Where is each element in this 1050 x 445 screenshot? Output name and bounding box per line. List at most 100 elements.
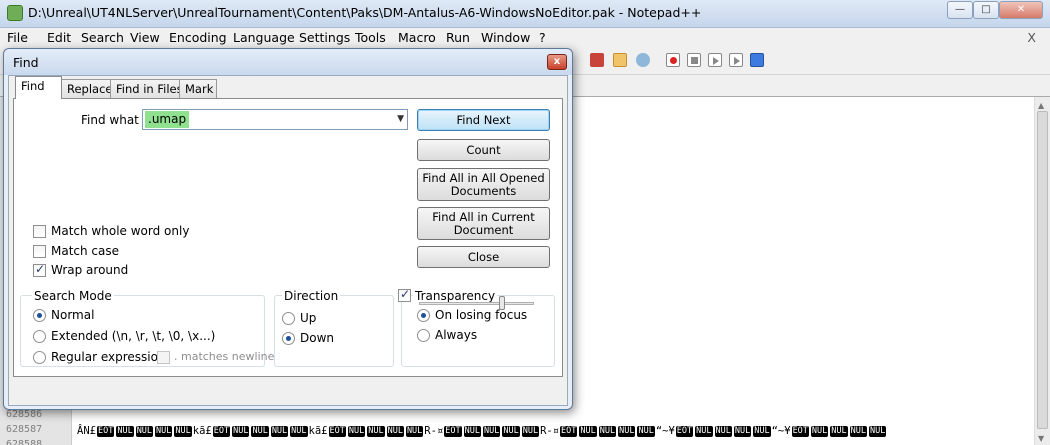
transparency-slider-track[interactable] [419, 302, 534, 305]
scroll-up-icon[interactable]: ▲ [1038, 101, 1044, 110]
transparency-always-radio[interactable] [417, 329, 430, 342]
menu-language[interactable]: Language [233, 30, 295, 45]
menu-window[interactable]: Window [481, 30, 530, 45]
control-char-token: NUL [232, 426, 250, 437]
menu-run[interactable]: Run [446, 30, 470, 45]
menu-edit[interactable]: Edit [47, 30, 71, 45]
close-button[interactable]: Close [417, 246, 550, 268]
find-dialog: Find x Find Replace Find in Files Mark F… [3, 48, 573, 410]
control-char-token: NUL [482, 426, 501, 437]
editor-text: ÂN£ [77, 425, 96, 437]
control-char-token: NUL [502, 426, 520, 437]
stop-macro-icon[interactable] [687, 53, 701, 67]
editor-text: kã£ [192, 425, 212, 437]
control-char-token: NUL [695, 426, 713, 437]
editor-text: R-¤ [424, 425, 444, 437]
search-mode-regex-radio[interactable] [33, 351, 46, 364]
editor-text: “~¥ [771, 425, 791, 437]
transparency-title[interactable]: Transparency [413, 289, 498, 303]
search-mode-normal-radio[interactable] [33, 309, 46, 322]
direction-up-radio[interactable] [282, 312, 295, 325]
menu-encoding[interactable]: Encoding [169, 30, 227, 45]
maximize-button[interactable]: □ [973, 1, 999, 19]
folder-icon[interactable] [613, 53, 627, 67]
menu-macro[interactable]: Macro [398, 30, 436, 45]
match-whole-word-checkbox[interactable] [33, 225, 46, 238]
wrap-around-checkbox[interactable] [33, 262, 46, 277]
record-macro-icon[interactable] [666, 53, 680, 67]
editor-line: ÂN£ EOT NUL NUL NUL NUL kã£ EOT NUL NUL NUL NUL kã£ E… [77, 424, 887, 438]
control-char-token: NUL [174, 426, 192, 437]
menu-tools[interactable]: Tools [355, 30, 386, 45]
find-dialog-close-button[interactable]: x [547, 54, 567, 70]
window-close-button[interactable]: ✕ [999, 1, 1043, 19]
control-char-token: NUL [637, 426, 655, 437]
find-what-label: Find what : [81, 113, 147, 127]
minimize-button[interactable]: — [947, 1, 973, 19]
control-char-token: NUL [251, 426, 269, 437]
search-mode-normal-label[interactable]: Normal [51, 308, 94, 322]
control-char-token: NUL [116, 426, 134, 437]
control-char-token: NUL [405, 426, 424, 437]
menu-settings[interactable]: Settings [299, 30, 350, 45]
match-case-checkbox[interactable] [33, 245, 46, 258]
control-char-token: NUL [463, 426, 481, 437]
control-char-token: NUL [849, 426, 867, 437]
scroll-down-icon[interactable]: ▼ [1038, 434, 1044, 443]
find-next-button[interactable]: Find Next [417, 109, 550, 131]
transparency-always-label[interactable]: Always [435, 328, 477, 342]
window-title: D:\Unreal\UT4NLServer\UnrealTournament\C… [28, 5, 702, 20]
find-what-combobox[interactable]: .umap ▼ [142, 109, 408, 130]
eye-icon[interactable] [636, 53, 650, 67]
match-case-label[interactable]: Match case [51, 244, 119, 258]
line-number: 628587 [6, 424, 43, 435]
direction-down-radio[interactable] [282, 332, 295, 345]
find-dialog-titlebar[interactable]: Find x [4, 49, 572, 75]
close-document-icon[interactable]: X [1027, 30, 1036, 45]
title-bar: D:\Unreal\UT4NLServer\UnrealTournament\C… [0, 0, 1050, 28]
tab-replace[interactable]: Replace [61, 79, 113, 98]
direction-title: Direction [282, 289, 341, 303]
menu-search[interactable]: Search [81, 30, 124, 45]
control-char-token: NUL [753, 426, 771, 437]
menu-help[interactable]: ? [539, 30, 546, 45]
wrap-around-label[interactable]: Wrap around [51, 263, 128, 277]
menu-file[interactable]: File [7, 30, 28, 45]
editor-text: kã£ [308, 425, 328, 437]
scroll-thumb[interactable] [1037, 111, 1048, 429]
play-multiple-macro-icon[interactable] [729, 53, 743, 67]
transparency-on-losing-focus-radio[interactable] [417, 309, 430, 322]
tab-find[interactable]: Find [15, 76, 62, 99]
find-all-current-button[interactable]: Find All in Current Document [417, 207, 550, 240]
control-char-token: EOT [444, 426, 462, 437]
control-char-token: NUL [521, 426, 540, 437]
find-dialog-body: Find Replace Find in Files Mark Find wha… [8, 75, 568, 406]
control-char-token: NUL [270, 426, 289, 437]
transparency-on-losing-focus-label[interactable]: On losing focus [435, 308, 527, 322]
direction-up-label[interactable]: Up [300, 311, 316, 325]
find-what-input[interactable]: .umap [145, 111, 190, 128]
notepad-app-icon [7, 5, 23, 21]
control-char-token: EOT [96, 426, 115, 437]
count-button[interactable]: Count [417, 139, 550, 161]
control-char-token: NUL [579, 426, 597, 437]
direction-down-label[interactable]: Down [300, 331, 334, 345]
vertical-scrollbar[interactable]: ▲ ▼ [1034, 97, 1050, 445]
match-whole-word-label[interactable]: Match whole word only [51, 224, 189, 238]
menu-view[interactable]: View [130, 30, 160, 45]
matches-newline-checkbox [157, 351, 170, 364]
tab-mark[interactable]: Mark [179, 79, 217, 98]
find-in-files-icon[interactable] [590, 53, 604, 67]
transparency-slider-thumb[interactable] [499, 296, 505, 310]
play-macro-icon[interactable] [708, 53, 722, 67]
find-all-opened-button[interactable]: Find All in All Opened Documents [417, 168, 550, 201]
control-char-token: NUL [810, 426, 829, 437]
chevron-down-icon[interactable]: ▼ [397, 114, 404, 124]
transparency-checkbox[interactable] [398, 287, 411, 302]
search-mode-extended-label[interactable]: Extended (\n, \r, \t, \0, \x...) [51, 329, 215, 343]
search-mode-extended-radio[interactable] [33, 330, 46, 343]
search-mode-regex-label[interactable]: Regular expression [51, 350, 166, 364]
save-macro-icon[interactable] [750, 53, 764, 67]
tab-find-in-files[interactable]: Find in Files [110, 79, 183, 98]
find-dialog-title: Find [13, 55, 39, 70]
